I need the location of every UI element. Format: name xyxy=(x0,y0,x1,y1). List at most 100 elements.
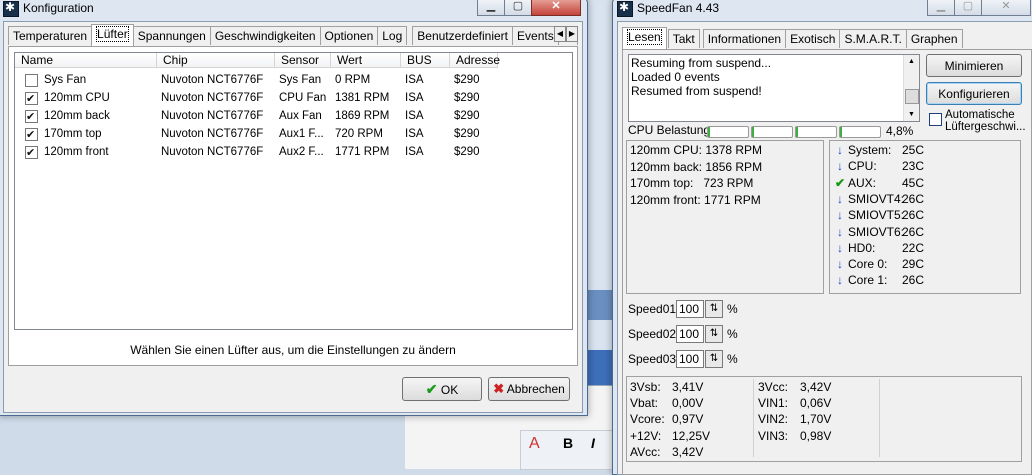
maximize-icon[interactable]: ▢ xyxy=(504,0,532,16)
tab-luefter[interactable]: Lüfter xyxy=(91,24,134,46)
event-log-scrollbar[interactable]: ▲ ▼ xyxy=(903,55,919,121)
divider xyxy=(753,379,754,457)
tab-informationen[interactable]: Informationen xyxy=(702,29,787,48)
fan-checkbox[interactable] xyxy=(25,108,38,125)
cpu-core-bar-fill xyxy=(796,127,798,137)
temperature-label: SMIOVT4: xyxy=(848,191,905,206)
column-header-sensor[interactable]: Sensor xyxy=(275,53,331,68)
arrow-down-icon: ↓ xyxy=(837,159,843,174)
scroll-thumb[interactable] xyxy=(905,89,919,104)
table-row[interactable]: 120mm back Nuvoton NCT6776F Aux Fan 1869 RP… xyxy=(15,107,498,125)
hint-text: Wählen Sie einen Lüfter aus, um die Eins… xyxy=(130,343,456,357)
temperature-row: ✔ AUX: 45C xyxy=(834,176,924,190)
tab-scroll-right-icon[interactable]: ▶ xyxy=(566,26,578,42)
temperature-row: ↓ HD0: 22C xyxy=(834,241,924,255)
temperature-value: 45C xyxy=(902,175,925,190)
voltage-row: 3Vsb: 3,41V xyxy=(630,380,703,394)
temperature-row: ↓ System: 25C xyxy=(834,143,924,157)
close-icon[interactable]: ✕ xyxy=(531,0,581,16)
table-row[interactable]: 120mm front Nuvoton NCT6776F Aux2 F... 1771… xyxy=(15,143,498,161)
cross-icon: ✖ xyxy=(493,381,505,396)
speed-label: Speed01: xyxy=(628,302,680,316)
tab-graphen[interactable]: Graphen xyxy=(905,29,963,48)
window-title: Konfiguration xyxy=(23,1,94,15)
voltage-label: Vbat: xyxy=(630,396,659,411)
tab-exotisch[interactable]: Exotisch xyxy=(785,29,841,48)
speed-input[interactable]: 100 xyxy=(676,350,704,368)
speed-input[interactable]: 100 xyxy=(676,325,704,343)
cpu-usage-label: CPU Belastung xyxy=(628,123,711,137)
column-header-wert[interactable]: Wert xyxy=(331,53,401,68)
table-row[interactable]: 170mm top Nuvoton NCT6776F Aux1 F... 720 RP… xyxy=(15,125,498,143)
tab-smart[interactable]: S.M.A.R.T. xyxy=(839,29,907,48)
table-row[interactable]: 120mm CPU Nuvoton NCT6776F CPU Fan 1381 RPM… xyxy=(15,89,498,107)
auto-fan-speed-checkbox[interactable] xyxy=(929,113,942,126)
tab-takt[interactable]: Takt xyxy=(667,29,700,48)
voltage-label: 3Vsb: xyxy=(630,380,661,394)
tab-optionen[interactable]: Optionen xyxy=(319,26,379,45)
ok-button[interactable]: ✔ OK xyxy=(402,377,482,401)
temperature-label: CPU: xyxy=(848,159,877,174)
cell-bus: ISA xyxy=(405,128,424,140)
font-color-icon[interactable]: A xyxy=(529,435,540,453)
voltage-row: Vbat: 0,00V xyxy=(630,396,703,410)
close-icon[interactable]: ✕ xyxy=(981,0,1031,16)
tab-scroll-left-icon[interactable]: ◀ xyxy=(554,26,566,42)
spinner-arrows-icon[interactable]: ⇅ xyxy=(705,300,723,318)
voltage-value: 0,97V xyxy=(672,412,704,427)
voltage-row: VIN2: 1,70V xyxy=(758,412,831,426)
tab-lesen[interactable]: Lesen xyxy=(622,27,667,49)
fan-checkbox[interactable] xyxy=(25,126,38,143)
speed-label: Speed03: xyxy=(628,352,680,366)
voltage-label: VIN1: xyxy=(758,396,789,411)
temperature-value: 26C xyxy=(902,224,925,239)
voltage-label: +12V: xyxy=(630,428,662,443)
cancel-button[interactable]: ✖ Abbrechen xyxy=(488,377,570,401)
fan-checkbox[interactable] xyxy=(25,144,38,161)
column-header-name[interactable]: Name xyxy=(15,53,157,68)
title-bar[interactable]: SpeedFan 4.43 ▁ ▢ ✕ xyxy=(613,0,1032,20)
fan-name: 170mm top xyxy=(44,128,102,140)
spinner-arrows-icon[interactable]: ⇅ xyxy=(705,350,723,368)
tab-log[interactable]: Log xyxy=(377,26,408,45)
scroll-down-icon[interactable]: ▼ xyxy=(904,111,919,118)
voltage-row: VIN3: 0,98V xyxy=(758,429,831,443)
speed-input[interactable]: 100 xyxy=(676,300,704,318)
cell-bus: ISA xyxy=(405,74,424,86)
minimize-icon[interactable]: ▁ xyxy=(477,0,505,16)
tab-temperaturen[interactable]: Temperaturen xyxy=(8,26,93,45)
tab-events[interactable]: Events xyxy=(512,26,559,45)
tab-spannungen[interactable]: Spannungen xyxy=(132,26,211,45)
column-header-bus[interactable]: BUS xyxy=(401,53,450,68)
tab-benutzerdefiniert[interactable]: Benutzerdefiniert xyxy=(412,26,514,45)
temperature-value: 26C xyxy=(902,191,925,206)
bold-icon[interactable]: B xyxy=(563,435,573,451)
event-log[interactable]: Resuming from suspend... Loaded 0 events R… xyxy=(628,54,920,122)
fan-speed-line: 120mm back: 1856 RPM xyxy=(630,159,763,174)
cell-sensor: Aux2 F... xyxy=(279,146,324,158)
lesen-panel: Resuming from suspend... Loaded 0 events R… xyxy=(622,49,1032,475)
title-bar[interactable]: Konfiguration ▁ ▢ ✕ xyxy=(0,0,587,20)
spinner-arrows-icon[interactable]: ⇅ xyxy=(705,325,723,343)
minimize-button[interactable]: Minimieren xyxy=(926,54,1022,77)
cpu-core-bar-fill xyxy=(752,127,754,137)
minimize-icon[interactable]: ▁ xyxy=(927,0,955,16)
fan-checkbox[interactable] xyxy=(25,90,38,107)
auto-fan-speed-label: Automatische Lüftergeschwi... xyxy=(945,109,1026,133)
cpu-usage-value: 4,8% xyxy=(886,124,914,138)
column-header-chip[interactable]: Chip xyxy=(157,53,275,68)
configure-button[interactable]: Konfigurieren xyxy=(926,82,1022,105)
cell-adresse: $290 xyxy=(454,92,480,104)
scroll-up-icon[interactable]: ▲ xyxy=(904,58,919,65)
maximize-icon[interactable]: ▢ xyxy=(954,0,982,16)
cell-adresse: $290 xyxy=(454,74,480,86)
tab-geschwindigkeiten[interactable]: Geschwindigkeiten xyxy=(209,26,321,45)
cpu-core-bar xyxy=(707,126,749,138)
fan-list[interactable]: Name Chip Sensor Wert BUS Adresse Sys Fa… xyxy=(14,52,573,330)
fan-checkbox[interactable] xyxy=(25,74,38,87)
italic-icon[interactable]: I xyxy=(591,435,595,451)
table-row[interactable]: Sys Fan Nuvoton NCT6776F Sys Fan 0 RPM ISA $2… xyxy=(15,71,498,89)
tab-strip: Temperaturen Lüfter Spannungen Geschwind… xyxy=(8,24,578,46)
column-header-adresse[interactable]: Adresse xyxy=(450,53,500,68)
log-line: Loaded 0 events xyxy=(631,70,720,84)
